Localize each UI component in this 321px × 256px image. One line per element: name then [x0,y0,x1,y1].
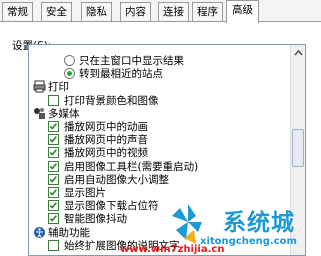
checkbox-checked[interactable] [48,134,59,146]
option-label: 智能图像抖动 [64,213,127,226]
option-label: 启用自动图像大小调整 [64,173,169,186]
option-label: 显示图像下载占位符 [64,200,159,213]
checkbox-checked[interactable] [48,173,59,185]
checkbox-checked[interactable] [48,160,59,172]
tab-privacy[interactable]: 隐私 [81,2,112,21]
radio-option[interactable]: 转到最相近的站点 [29,67,287,81]
option-label: 转到最相近的站点 [79,68,163,81]
option-label: 多媒体 [48,107,80,120]
checkbox-option[interactable]: 打印背景颜色和图像 [29,94,287,108]
scroll-thumb[interactable] [292,129,304,167]
pinwheel-icon [172,204,202,244]
checkbox-option[interactable]: 播放网页中的视频 [29,146,287,160]
tab-security[interactable]: 安全 [41,2,72,21]
option-label: 播放网页中的动画 [64,121,148,133]
radio-selected[interactable] [64,68,75,80]
printer-icon [33,80,46,93]
tab-bar: 常规 安全 隐私 内容 连接 程序 高级 [0,0,321,23]
option-label: 显示图片 [64,187,106,199]
radio-unselected[interactable] [64,55,75,66]
option-label: 辅助功能 [48,226,90,239]
watermark-brand: 系统城 [223,210,295,236]
settings-group: 多媒体 [29,107,287,121]
tab-general[interactable]: 常规 [2,2,33,21]
watermark-red: www.win7zhijia.cn [120,244,225,255]
tab-connections[interactable]: 连接 [158,2,189,21]
option-label: 播放网页中的声音 [64,134,148,147]
checkbox-option[interactable]: 启用图像工具栏(需要重启动) [29,160,287,174]
radio-option[interactable]: 只在主窗口中显示结果 [29,54,287,68]
option-label: 打印 [48,81,69,94]
checkbox-option[interactable]: 显示图片 [29,186,287,200]
checkbox-option[interactable]: 播放网页中的声音 [29,133,287,147]
checkbox-option[interactable]: 播放网页中的动画 [29,120,287,134]
tab-advanced[interactable]: 高级 [226,0,259,23]
checkbox-checked[interactable] [48,147,59,159]
checkbox-unchecked[interactable] [48,239,59,251]
checkbox-unchecked[interactable] [48,94,59,106]
checkbox-option[interactable]: 启用自动图像大小调整 [29,173,287,187]
option-label: 启用图像工具栏(需要重启动) [64,160,199,173]
option-label: 只在主窗口中显示结果 [79,55,184,67]
tab-programs[interactable]: 程序 [192,2,223,21]
checkbox-checked[interactable] [48,200,59,212]
checkbox-checked[interactable] [48,213,59,225]
accessibility-icon [33,226,46,239]
scroll-up-icon[interactable] [292,47,305,60]
checkbox-checked[interactable] [48,121,59,132]
option-label: 播放网页中的视频 [64,147,148,160]
option-label: 打印背景颜色和图像 [64,94,159,107]
checkbox-checked[interactable] [48,187,59,198]
tab-content[interactable]: 内容 [120,2,151,21]
settings-group: 打印 [29,80,287,94]
multimedia-icon [33,107,46,120]
